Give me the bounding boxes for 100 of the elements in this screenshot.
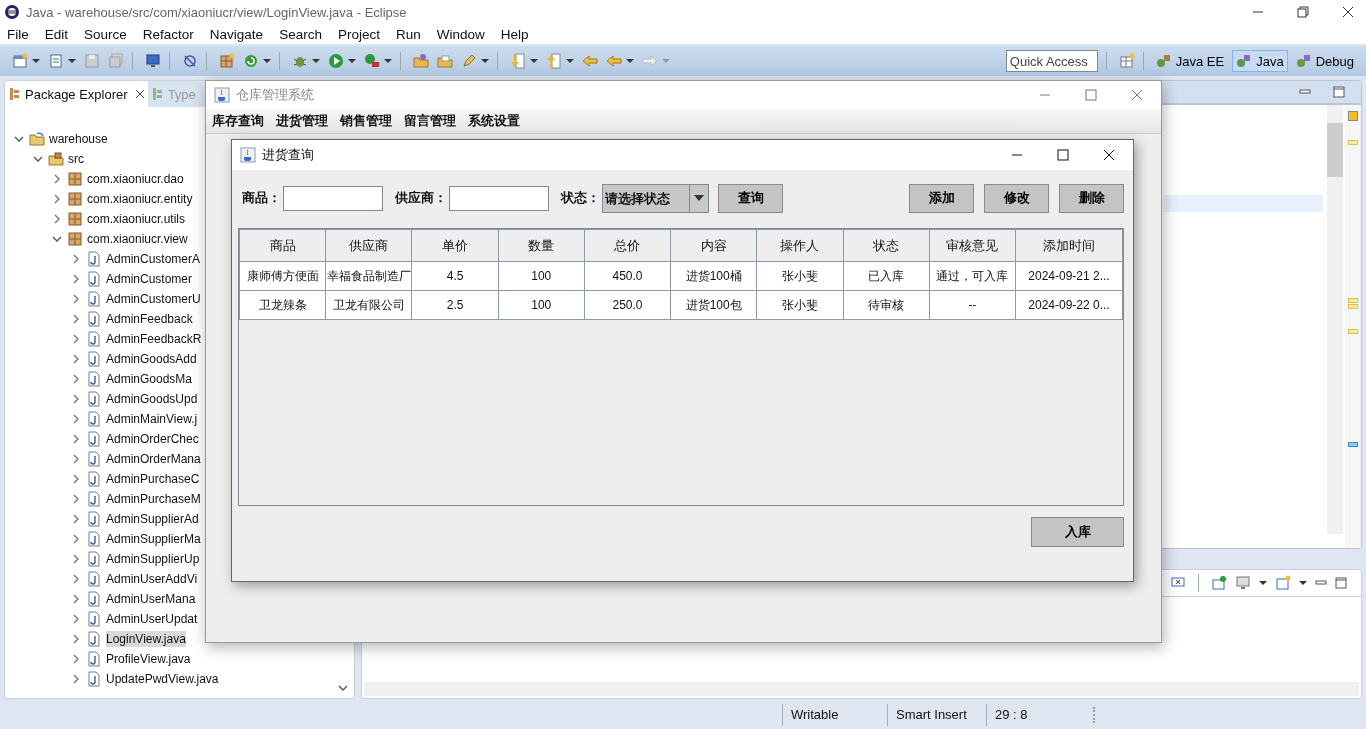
caret-icon[interactable] [68, 57, 76, 65]
play-icon[interactable] [328, 53, 344, 69]
crossed-circle-icon[interactable] [182, 53, 198, 69]
menu-item[interactable]: 销售管理 [340, 112, 392, 130]
menu-item[interactable]: Run [395, 26, 421, 42]
refresh-icon[interactable] [243, 53, 259, 69]
scroll-down-icon[interactable] [338, 684, 348, 692]
scrollbar[interactable] [364, 682, 1359, 696]
occurrence-marker[interactable] [1348, 442, 1358, 447]
menu-item[interactable]: Search [279, 26, 322, 42]
tree-item[interactable]: AdminUserUpdat [106, 611, 198, 627]
column-header[interactable]: 商品 [239, 229, 326, 262]
restore-icon[interactable] [1297, 6, 1309, 18]
menu-item[interactable]: 留言管理 [404, 112, 456, 130]
monitor-icon[interactable] [1235, 575, 1251, 591]
tree-item[interactable]: com.xiaoniucr.dao [87, 171, 184, 187]
action-button[interactable]: 删除 [1059, 183, 1124, 213]
maximize-icon[interactable] [1335, 577, 1347, 589]
chevron-down-icon[interactable] [52, 234, 62, 244]
open-folder-icon[interactable] [437, 53, 453, 69]
tree-item[interactable]: com.xiaoniucr.view [87, 231, 188, 247]
menu-item[interactable]: Navigate [209, 26, 264, 42]
action-button[interactable]: 添加 [909, 183, 974, 213]
perspective-button[interactable]: Java [1232, 50, 1288, 72]
tree-item[interactable]: AdminSupplierMa [106, 531, 201, 547]
tree-item[interactable]: AdminCustomerU [106, 291, 201, 307]
stock-in-button[interactable]: 入库 [1031, 517, 1124, 547]
menu-item[interactable]: File [7, 26, 29, 42]
tree-item[interactable]: AdminGoodsUpd [106, 391, 198, 407]
menu-item[interactable]: 进货管理 [276, 112, 328, 130]
menu-item[interactable]: Help [500, 26, 529, 42]
tree-item[interactable]: AdminUserMana [106, 591, 196, 607]
tree-item[interactable]: AdminSupplierAd [106, 511, 199, 527]
play-toolbox-icon[interactable] [364, 53, 380, 69]
column-header[interactable]: 单价 [411, 229, 499, 262]
column-header[interactable]: 添加时间 [1015, 229, 1123, 262]
caret-icon[interactable] [530, 57, 538, 65]
column-header[interactable]: 状态 [843, 229, 930, 262]
pin-icon[interactable] [1211, 575, 1227, 591]
column-header[interactable]: 审核意见 [929, 229, 1016, 262]
tree-item[interactable]: AdminGoodsMa [106, 371, 193, 387]
status-dropdown[interactable]: 请选择状态 [602, 183, 709, 213]
tree-item[interactable]: com.xiaoniucr.utils [87, 211, 186, 227]
grid-icon[interactable] [219, 53, 235, 69]
column-header[interactable]: 数量 [498, 229, 585, 262]
menu-item[interactable]: Project [337, 26, 380, 42]
quick-access-field[interactable]: Quick Access [1005, 50, 1098, 72]
tree-item[interactable]: LoginView.java [106, 631, 186, 647]
folder-icon[interactable] [413, 53, 429, 69]
menu-item[interactable]: Edit [44, 26, 69, 42]
perspective-button[interactable]: Java EE [1151, 50, 1229, 72]
tree-item[interactable]: AdminOrderMana [106, 451, 201, 467]
tree-item[interactable]: com.xiaoniucr.entity [87, 191, 193, 207]
tree-item[interactable]: AdminFeedbackR [106, 331, 202, 347]
menu-item[interactable]: 系统设置 [468, 112, 520, 130]
action-button[interactable]: 修改 [984, 183, 1049, 213]
warning-marker[interactable] [1348, 298, 1358, 303]
search-button[interactable]: 查询 [718, 183, 783, 213]
close-icon[interactable] [134, 89, 145, 99]
menu-item[interactable]: Refactor [142, 26, 194, 42]
caret-icon[interactable] [481, 57, 489, 65]
close-icon[interactable] [1103, 149, 1115, 161]
input-field[interactable] [449, 185, 549, 211]
menu-item[interactable]: 库存查询 [212, 112, 264, 130]
tree-item[interactable]: AdminOrderChec [106, 431, 199, 447]
tree-item[interactable]: AdminCustomerA [106, 251, 201, 267]
tree-item[interactable]: AdminCustomer [106, 271, 193, 287]
menu-item[interactable]: Source [84, 26, 127, 42]
tree-item[interactable]: AdminSupplierUp [106, 551, 200, 567]
caret-icon[interactable] [32, 57, 40, 65]
caret-icon[interactable] [1259, 579, 1267, 587]
scrollbar[interactable] [1327, 105, 1343, 534]
tree-item[interactable]: AdminPurchaseM [106, 491, 201, 507]
column-header[interactable]: 操作人 [756, 229, 844, 262]
warning-marker[interactable] [1348, 111, 1358, 121]
column-header[interactable]: 供应商 [325, 229, 412, 262]
caret-icon[interactable] [626, 57, 634, 65]
caret-icon[interactable] [384, 57, 392, 65]
warning-marker[interactable] [1348, 304, 1358, 309]
caret-icon[interactable] [263, 57, 271, 65]
tree-item[interactable]: UpdatePwdView.java [106, 671, 219, 687]
tree-item[interactable]: AdminPurchaseC [106, 471, 200, 487]
caret-icon[interactable] [348, 57, 356, 65]
caret-icon[interactable] [1299, 579, 1307, 587]
tree-item[interactable]: AdminFeedback [106, 311, 193, 327]
warning-marker[interactable] [1348, 140, 1358, 145]
column-header[interactable]: 总价 [584, 229, 671, 262]
tree-item[interactable]: warehouse [49, 131, 108, 147]
view-tab[interactable]: Package Explorer [5, 81, 148, 107]
tree-item[interactable]: AdminGoodsAdd [106, 351, 197, 367]
maximize-icon[interactable] [1057, 149, 1069, 161]
caret-icon[interactable] [566, 57, 574, 65]
tree-item[interactable]: src [68, 151, 84, 167]
caret-icon[interactable] [312, 57, 320, 65]
tree-item[interactable]: AdminUserAddVi [106, 571, 198, 587]
input-field[interactable] [283, 185, 383, 211]
menu-item[interactable]: Window [436, 26, 485, 42]
warning-marker[interactable] [1348, 329, 1358, 334]
open-perspective-icon[interactable] [1118, 53, 1135, 69]
close-icon[interactable] [1342, 6, 1354, 18]
